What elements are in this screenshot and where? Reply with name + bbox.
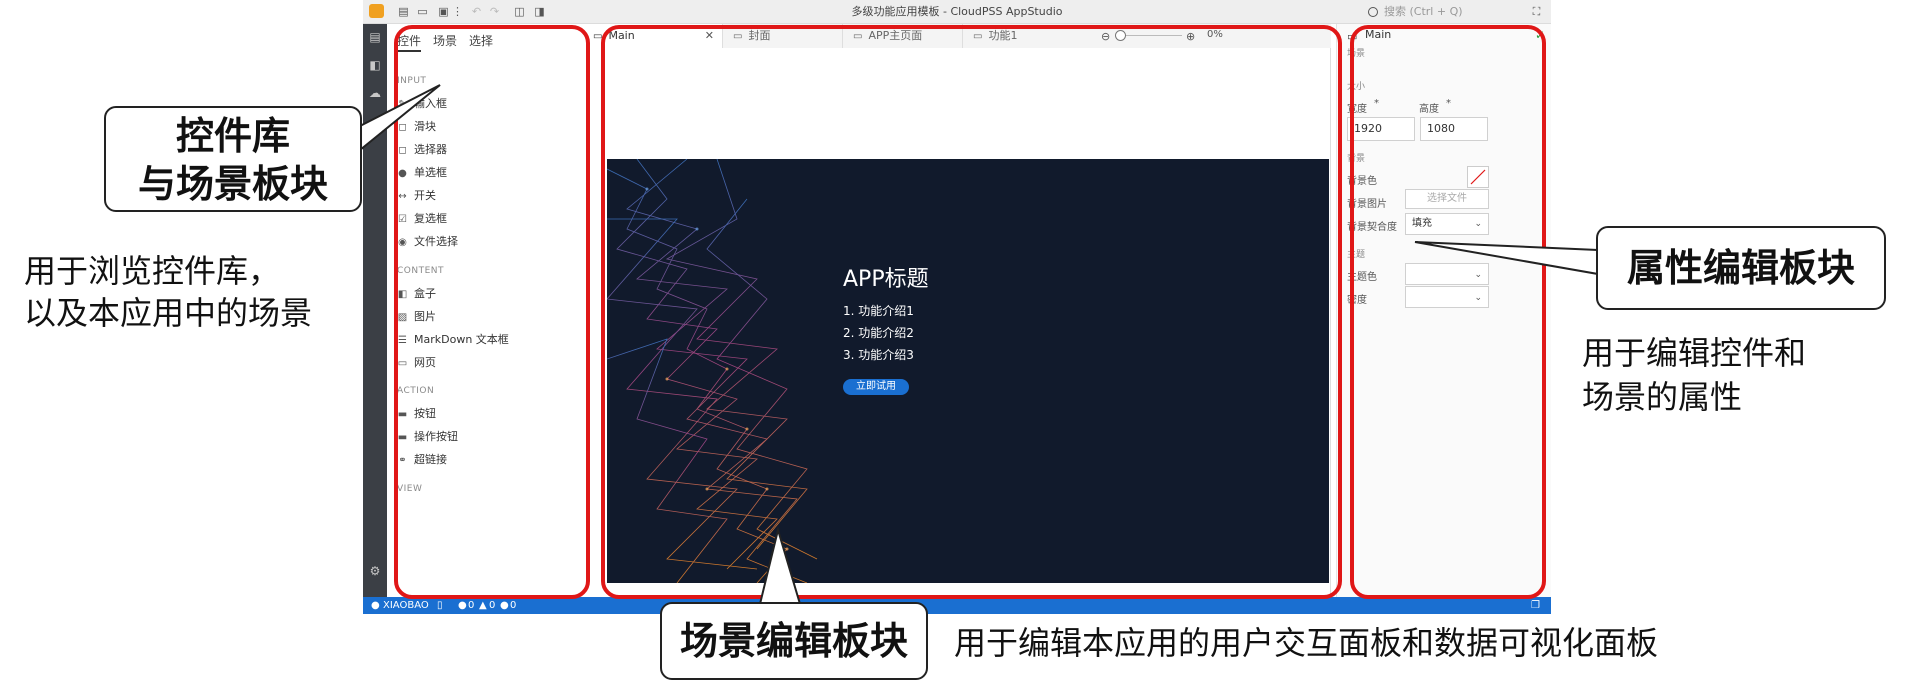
library-note-line1: 用于浏览控件库， [24,252,281,290]
library-callout-line2: 与场景板块 [137,162,328,206]
library-callout-line1: 控件库 [175,114,290,158]
library-note-line2: 以及本应用中的场景 [24,294,313,332]
props-callout-pointer [1414,241,1599,276]
props-callout: 属性编辑板块 [1596,226,1886,310]
library-callout: 控件库 与场景板块 [104,106,362,212]
scene-note: 用于编辑本应用的用户交互面板和数据可视化面板 [954,624,1659,662]
scene-callout-pointer [758,526,802,605]
library-callout-pointer [359,84,441,153]
scene-callout: 场景编辑板块 [660,602,928,680]
props-note-line1: 用于编辑控件和 [1582,334,1807,372]
props-note-line2: 场景的属性 [1582,378,1743,416]
